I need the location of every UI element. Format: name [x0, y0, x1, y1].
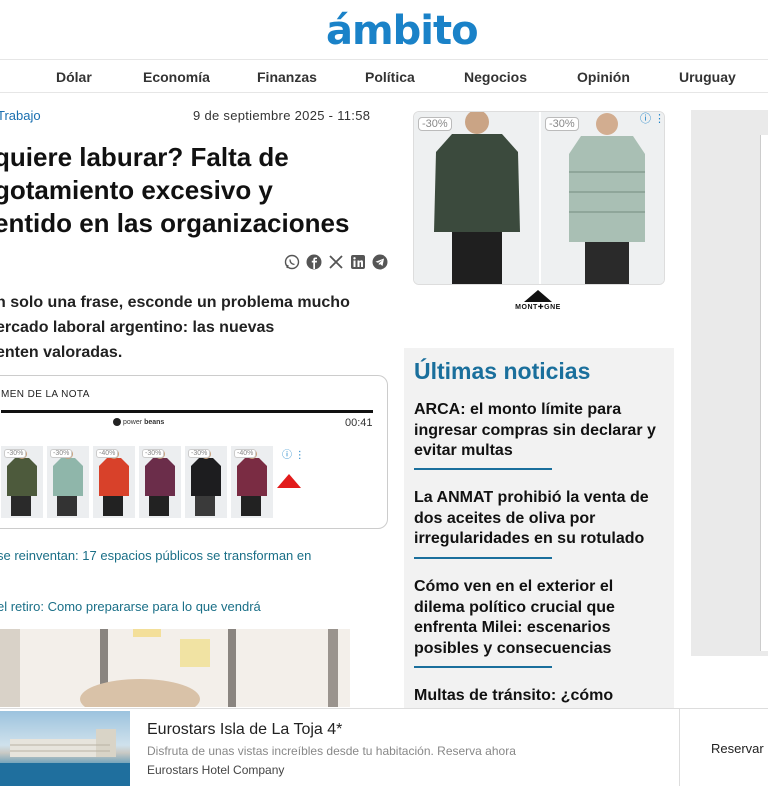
audio-progress-bar[interactable] — [1, 410, 373, 413]
puffer-jacket-image — [569, 113, 645, 284]
telegram-icon[interactable] — [372, 254, 388, 270]
product-jacket[interactable]: -40% — [93, 446, 135, 518]
audio-summary-player: MEN DE LA NOTA power beans 00:41 -30% -30… — [0, 375, 388, 529]
lead-line: enten valoradas. — [0, 344, 123, 361]
news-line: dilema político crucial que — [414, 598, 615, 616]
product-jacket[interactable]: -30% — [47, 446, 89, 518]
nav-item-uruguay[interactable]: Uruguay — [679, 69, 736, 85]
ad-product-left[interactable] — [414, 112, 539, 284]
news-line: Multas de tránsito: ¿cómo — [414, 687, 614, 704]
news-divider — [414, 468, 552, 470]
headline-line: quiere laburar? Falta de — [0, 142, 289, 172]
product-ad-strip: -30% -30% -40% -30% -30% -40% ⓘ ⋮ — [0, 446, 381, 521]
latest-news-panel: Últimas noticias ARCA: el monto límite p… — [404, 348, 674, 708]
nav-item-politica[interactable]: Política — [365, 69, 415, 85]
sidebar-ad-slot — [760, 135, 768, 651]
green-jacket-image — [434, 112, 520, 284]
news-line: Cómo ven en el exterior el — [414, 578, 614, 595]
nav-item-negocios[interactable]: Negocios — [464, 69, 527, 85]
article-lead: n solo una frase, esconde un problema mu… — [0, 290, 386, 365]
news-line: irregularidades en su rotulado — [414, 530, 645, 547]
discount-badge: -40% — [234, 449, 257, 458]
ad-product-right[interactable] — [541, 112, 664, 284]
news-item[interactable]: La ANMAT prohibió la venta de dos aceite… — [414, 488, 670, 550]
news-line: enfrenta Milei: escenarios — [414, 619, 611, 636]
x-icon[interactable] — [328, 254, 344, 270]
main-nav: Dólar Economía Finanzas Política Negocio… — [0, 61, 768, 93]
news-divider — [414, 666, 552, 668]
discount-badge: -30% — [4, 449, 27, 458]
logo-bar: ámbito — [0, 0, 768, 60]
brand-logo-icon — [277, 474, 301, 488]
bottom-sticky-ad[interactable]: Eurostars Isla de La Toja 4* Disfruta de… — [0, 708, 768, 786]
lead-line: ercado laboral argentino: las nuevas — [0, 319, 275, 336]
news-line: ingresar compras sin declarar y — [414, 421, 656, 439]
nav-item-opinion[interactable]: Opinión — [577, 69, 630, 85]
ad-info-icon[interactable]: ⓘ ⋮ — [282, 446, 305, 461]
news-item[interactable]: Cómo ven en el exterior el dilema políti… — [414, 577, 670, 659]
discount-badge: -30% — [545, 117, 579, 131]
headline-line: gotamiento excesivo y — [0, 175, 273, 205]
powerbeans-icon — [113, 418, 121, 426]
ad-info-icon[interactable]: ⓘ ⋮ — [640, 110, 665, 126]
audio-summary-title: MEN DE LA NOTA — [1, 389, 90, 400]
facebook-icon[interactable] — [306, 254, 322, 270]
article-date: 9 de septiembre 2025 - 11:58 — [193, 108, 371, 123]
ad-description: Disfruta de unas vistas increíbles desde… — [147, 744, 516, 758]
discount-badge: -40% — [96, 449, 119, 458]
section-link[interactable]: Trabajo — [0, 108, 41, 123]
site-logo[interactable]: ámbito — [326, 8, 479, 54]
discount-badge: -30% — [418, 117, 452, 131]
nav-item-economia[interactable]: Economía — [143, 69, 210, 85]
article-photo-image — [0, 629, 388, 707]
discount-badge: -30% — [188, 449, 211, 458]
related-link[interactable]: el retiro: Como prepararse para lo que v… — [0, 599, 261, 614]
mountain-icon — [524, 290, 552, 302]
news-line: ARCA: el monto límite para — [414, 401, 622, 418]
article-headline: quiere laburar? Falta de gotamiento exce… — [0, 141, 394, 240]
news-line: posibles y consecuencias — [414, 639, 612, 657]
reserve-button[interactable]: Reservar — [711, 741, 764, 756]
product-jacket[interactable]: -30% — [1, 446, 43, 518]
product-jacket[interactable]: -40% — [231, 446, 273, 518]
nav-item-dolar[interactable]: Dólar — [56, 69, 92, 85]
news-line: La ANMAT prohibió la venta de — [414, 489, 649, 506]
linkedin-icon[interactable] — [350, 254, 366, 270]
ad-brand: Eurostars Hotel Company — [147, 763, 285, 777]
whatsapp-icon[interactable] — [284, 254, 300, 270]
powerbeans-brand-prefix: power — [123, 418, 143, 426]
montagne-brand: MONT✚GNE — [515, 304, 561, 311]
discount-badge: -30% — [50, 449, 73, 458]
news-line: evitar multas — [414, 442, 513, 459]
sidebar-ad-column — [691, 110, 768, 656]
powerbeans-logo: power beans — [113, 418, 164, 426]
clothing-ad[interactable]: -30% -30% — [413, 111, 665, 285]
montagne-logo[interactable]: MONT✚GNE — [512, 290, 564, 311]
news-divider — [414, 557, 552, 559]
news-line: dos aceites de oliva por — [414, 509, 596, 527]
ad-title[interactable]: Eurostars Isla de La Toja 4* — [147, 721, 342, 739]
ad-divider — [679, 709, 680, 786]
discount-badge: -30% — [142, 449, 165, 458]
hotel-image — [0, 711, 130, 786]
hotel-image-graphic — [0, 729, 130, 786]
powerbeans-brand-suffix: beans — [144, 418, 165, 426]
nav-item-finanzas[interactable]: Finanzas — [257, 69, 317, 85]
related-link[interactable]: se reinventan: 17 espacios públicos se t… — [0, 548, 311, 563]
product-jacket[interactable]: -30% — [139, 446, 181, 518]
latest-news-title: Últimas noticias — [414, 358, 591, 384]
headline-line: entido en las organizaciones — [0, 208, 350, 238]
audio-duration: 00:41 — [345, 417, 373, 429]
news-item[interactable]: Multas de tránsito: ¿cómo — [414, 686, 670, 707]
article-photo — [0, 629, 388, 707]
lead-line: n solo una frase, esconde un problema mu… — [0, 294, 350, 311]
product-jacket[interactable]: -30% — [185, 446, 227, 518]
news-item[interactable]: ARCA: el monto límite para ingresar comp… — [414, 400, 670, 462]
